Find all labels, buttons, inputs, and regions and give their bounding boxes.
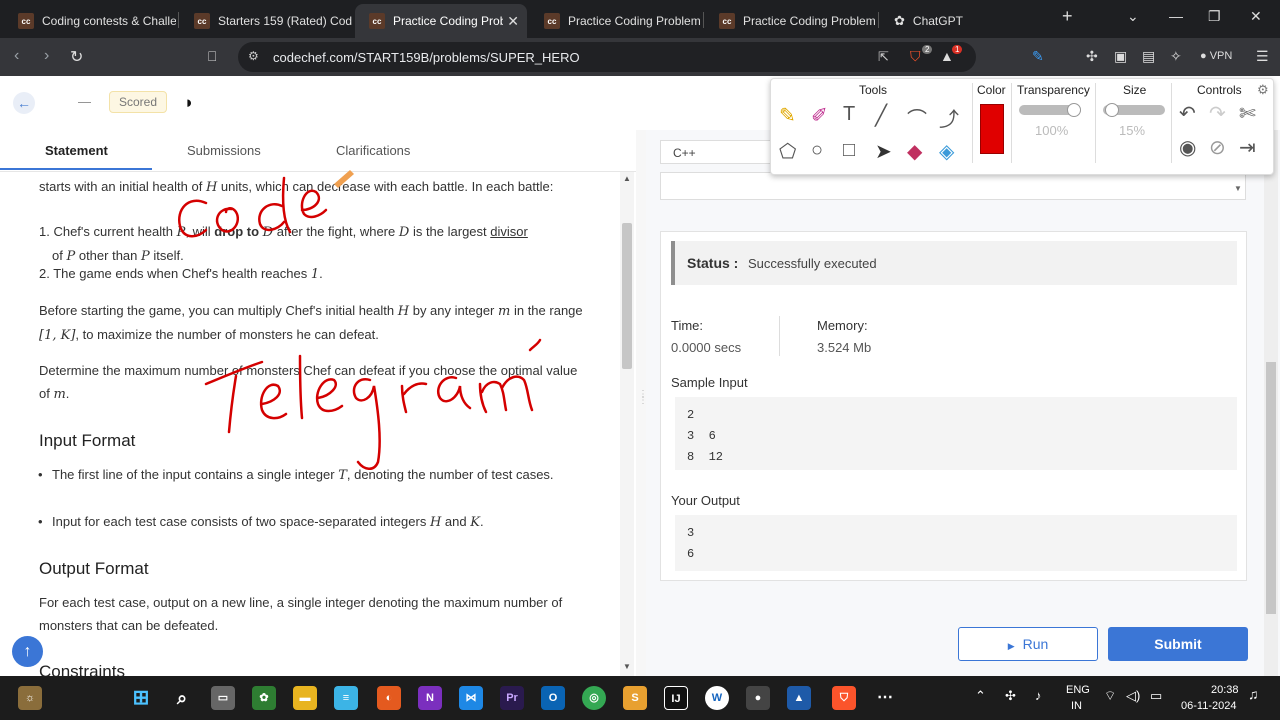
text-tool-icon[interactable]: T	[843, 103, 855, 126]
settings-gear-icon[interactable]: ⚙	[1257, 82, 1269, 98]
intellij-icon[interactable]: IJ	[664, 686, 688, 710]
tray-app-icon[interactable]: ✣	[1005, 688, 1016, 704]
premiere-icon[interactable]: Pr	[500, 686, 524, 710]
arrow-tool-icon[interactable]: ⤴	[939, 103, 959, 132]
sublime-icon[interactable]: S	[623, 686, 647, 710]
region-indicator: IN	[1071, 700, 1082, 712]
tools-label: Tools	[859, 83, 888, 97]
clock-date[interactable]: 06-11-2024	[1181, 700, 1236, 712]
media-icon[interactable]: ●	[746, 686, 770, 710]
drawing-toolbar: Tools ✎ ✐ T ╱ ⌒ ⤴ ⬠ ○ □ ➤ ◆ ◈ Color Tran…	[770, 78, 1274, 175]
transparency-label: Transparency	[1017, 83, 1090, 97]
photo-app-icon[interactable]: ◐	[377, 686, 401, 710]
microphone-icon[interactable]: ♪	[1035, 688, 1042, 703]
size-value: 15%	[1119, 123, 1146, 138]
handwritten-code-word	[177, 176, 328, 238]
camera-icon[interactable]: ◉	[1179, 135, 1196, 160]
wifi-icon[interactable]: ⌔	[1104, 688, 1116, 704]
more-apps-icon[interactable]: ⋯	[873, 686, 897, 710]
windows-start-icon[interactable]: ⊞	[129, 686, 153, 710]
photos-icon[interactable]: ▲	[787, 686, 811, 710]
transparency-value: 100%	[1035, 123, 1069, 138]
notepad-icon[interactable]: ≡	[334, 686, 358, 710]
notification-bell-icon[interactable]: ♫	[1248, 686, 1259, 702]
size-label: Size	[1123, 83, 1147, 97]
pencil-icon[interactable]: ✎	[779, 103, 796, 128]
language-indicator[interactable]: ENG	[1066, 684, 1090, 696]
pen-cursor-icon	[334, 170, 354, 188]
circle-tool-icon[interactable]: ○	[811, 139, 823, 162]
pentagon-tool-icon[interactable]: ⬠	[779, 139, 796, 164]
vscode-icon[interactable]: ⋈	[459, 686, 483, 710]
weather-widget-icon[interactable]: ☼	[18, 686, 42, 710]
search-icon[interactable]: ⌕	[170, 686, 194, 710]
undo-icon[interactable]: ↶	[1179, 101, 1196, 126]
brave-browser-icon[interactable]: ⛉	[832, 686, 856, 710]
eraser-icon[interactable]: ◆	[907, 139, 922, 164]
controls-label: Controls	[1197, 83, 1242, 97]
clock-time[interactable]: 20:38	[1211, 684, 1239, 696]
clear-all-icon[interactable]: ✄	[1239, 101, 1256, 126]
highlighter-icon[interactable]: ✐	[811, 103, 828, 128]
size-slider-knob[interactable]	[1105, 103, 1119, 117]
battery-icon[interactable]: ▭	[1150, 688, 1162, 704]
wordpad-icon[interactable]: W	[705, 686, 729, 710]
copilot-icon[interactable]: ✿	[252, 686, 276, 710]
redo-icon[interactable]: ↷	[1209, 101, 1226, 126]
line-tool-icon[interactable]: ╱	[875, 103, 887, 128]
handwritten-telegram-word	[204, 338, 542, 470]
hide-drawing-icon[interactable]: ⊘	[1209, 135, 1226, 160]
color-swatch[interactable]	[980, 104, 1004, 154]
outlook-icon[interactable]: O	[541, 686, 565, 710]
exit-icon[interactable]: ⇥	[1239, 135, 1256, 160]
rectangle-tool-icon[interactable]: □	[843, 139, 855, 162]
onenote-icon[interactable]: N	[418, 686, 442, 710]
volume-icon[interactable]: ◁)	[1126, 688, 1140, 704]
tray-expand-icon[interactable]: ⌃	[975, 688, 986, 704]
fill-tool-icon[interactable]: ◈	[939, 139, 954, 164]
pointer-tool-icon[interactable]: ➤	[875, 139, 892, 164]
chrome-icon[interactable]: ◎	[582, 686, 606, 710]
transparency-slider-knob[interactable]	[1067, 103, 1081, 117]
file-explorer-icon[interactable]: ▬	[293, 686, 317, 710]
curve-tool-icon[interactable]: ⌒	[907, 103, 927, 132]
color-label: Color	[977, 83, 1006, 97]
task-view-icon[interactable]: ▭	[211, 686, 235, 710]
